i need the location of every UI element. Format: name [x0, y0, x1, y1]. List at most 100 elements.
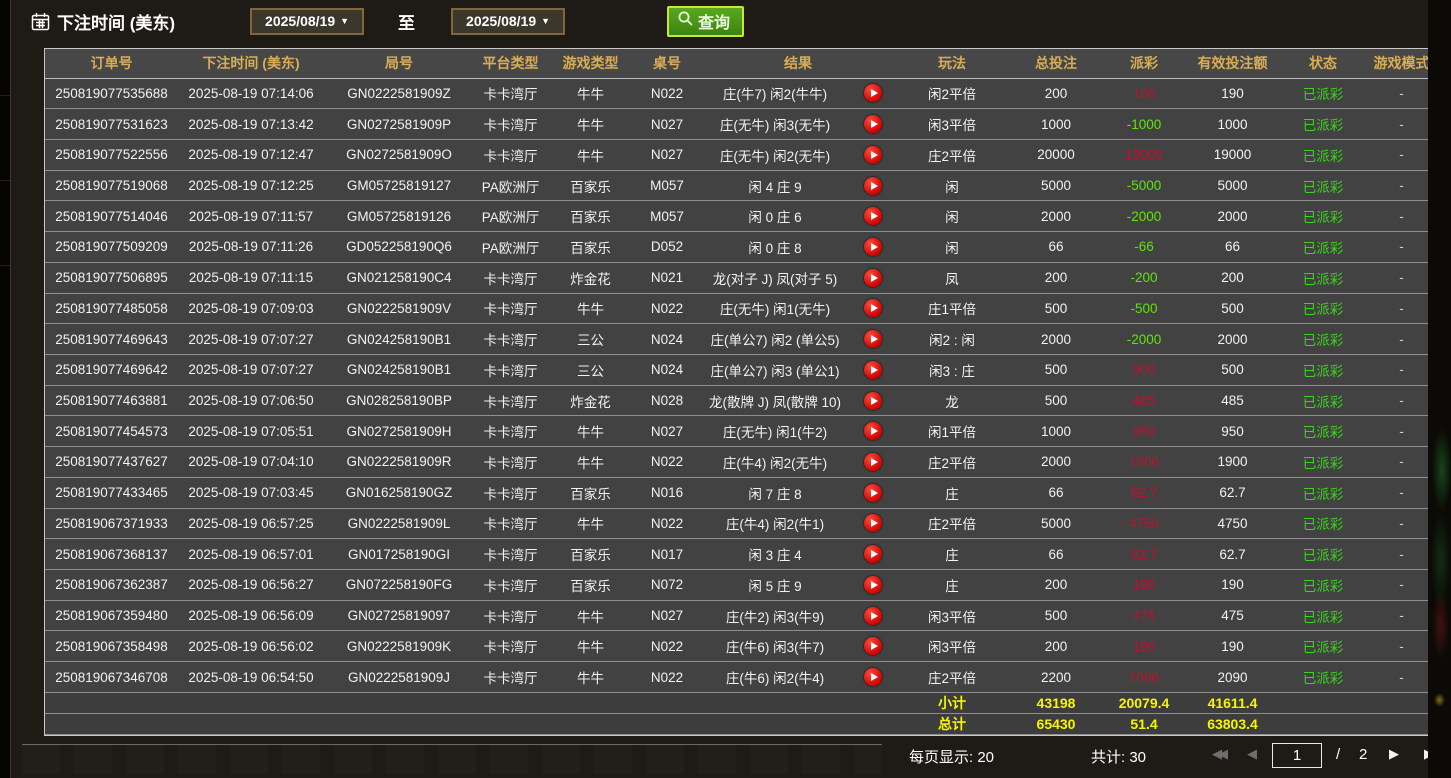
replay-video-icon[interactable]	[864, 238, 882, 256]
result-text: 闲 5 庄 9	[700, 575, 850, 595]
chevron-down-icon: ▼	[541, 16, 550, 26]
cell-order: 250819077433465	[45, 477, 178, 508]
replay-video-icon[interactable]	[864, 330, 882, 348]
date-from-select[interactable]: 2025/08/19 ▼	[250, 8, 364, 35]
replay-video-icon[interactable]	[864, 269, 882, 287]
cell-payout: 4750	[1104, 508, 1184, 539]
replay-video-icon[interactable]	[864, 115, 882, 133]
cell-time: 2025-08-19 07:13:42	[178, 109, 324, 140]
pagination-bar: 每页显示: 20 共计: 30 ◀◀ ◀ 1 / 2 ▶ ▶▶	[44, 740, 1437, 774]
first-page-button[interactable]: ◀◀	[1212, 746, 1224, 762]
query-button[interactable]: 查询	[667, 6, 744, 37]
cell-bet: 200	[1008, 570, 1104, 601]
cell-result: 闲 0 庄 8	[700, 232, 896, 263]
cell-order: 250819067371933	[45, 508, 178, 539]
cell-table_no: N022	[634, 508, 700, 539]
column-header: 桌号	[634, 49, 700, 78]
replay-video-icon[interactable]	[864, 299, 882, 317]
cell-time: 2025-08-19 07:12:47	[178, 139, 324, 170]
result-text: 庄(牛7) 闲2(牛牛)	[700, 83, 850, 103]
next-page-button[interactable]: ▶	[1389, 746, 1395, 762]
cell-round: GN0222581909J	[324, 662, 474, 693]
filter-bar: 下注时间 (美东) 2025/08/19 ▼ 至 2025/08/19 ▼ 查询	[31, 0, 1411, 42]
result-text: 庄(无牛) 闲2(无牛)	[700, 145, 850, 165]
column-header: 派彩	[1104, 49, 1184, 78]
replay-video-icon[interactable]	[864, 146, 882, 164]
empty-cell	[634, 693, 700, 714]
cell-time: 2025-08-19 07:14:06	[178, 78, 324, 109]
replay-video-icon[interactable]	[864, 514, 882, 532]
subtotal-row: 小计4319820079.441611.4	[45, 693, 1438, 714]
replay-video-icon[interactable]	[864, 637, 882, 655]
cell-valid: 500	[1184, 354, 1281, 385]
cell-platform: PA欧洲厅	[474, 232, 547, 263]
cell-time: 2025-08-19 06:56:27	[178, 570, 324, 601]
cell-time: 2025-08-19 06:54:50	[178, 662, 324, 693]
cell-result: 庄(牛6) 闲2(牛4)	[700, 662, 896, 693]
empty-cell	[178, 693, 324, 714]
cell-table_no: N022	[634, 78, 700, 109]
replay-video-icon[interactable]	[864, 177, 882, 195]
cell-play: 庄	[896, 539, 1008, 570]
cell-result: 庄(无牛) 闲1(无牛)	[700, 293, 896, 324]
cell-status: 已派彩	[1281, 201, 1365, 232]
date-to-select[interactable]: 2025/08/19 ▼	[451, 8, 565, 35]
replay-video-icon[interactable]	[864, 392, 882, 410]
cell-platform: 卡卡湾厅	[474, 293, 547, 324]
replay-video-icon[interactable]	[864, 484, 882, 502]
replay-video-icon[interactable]	[864, 545, 882, 563]
cell-valid: 485	[1184, 385, 1281, 416]
replay-video-icon[interactable]	[864, 668, 882, 686]
cell-game: 牛牛	[547, 139, 634, 170]
empty-cell	[700, 714, 896, 735]
replay-video-icon[interactable]	[864, 607, 882, 625]
cell-valid: 200	[1184, 262, 1281, 293]
cell-round: GN016258190GZ	[324, 477, 474, 508]
cell-table_no: N022	[634, 631, 700, 662]
cell-time: 2025-08-19 06:56:09	[178, 600, 324, 631]
cell-order: 250819077522556	[45, 139, 178, 170]
total-row-bet: 65430	[1008, 714, 1104, 735]
cell-valid: 66	[1184, 232, 1281, 263]
replay-video-icon[interactable]	[864, 576, 882, 594]
cell-result: 闲 7 庄 8	[700, 477, 896, 508]
cell-valid: 190	[1184, 78, 1281, 109]
cell-platform: 卡卡湾厅	[474, 631, 547, 662]
cell-round: GN017258190GI	[324, 539, 474, 570]
cell-status: 已派彩	[1281, 631, 1365, 662]
cell-table_no: N027	[634, 600, 700, 631]
total-row-valid: 63803.4	[1184, 714, 1281, 735]
empty-cell	[324, 693, 474, 714]
prev-page-button[interactable]: ◀	[1247, 746, 1253, 762]
result-text: 庄(牛2) 闲3(牛9)	[700, 606, 850, 626]
total-row-payout: 51.4	[1104, 714, 1184, 735]
replay-video-icon[interactable]	[864, 84, 882, 102]
cell-play: 凤	[896, 262, 1008, 293]
replay-video-icon[interactable]	[864, 453, 882, 471]
empty-cell	[474, 714, 547, 735]
cell-play: 闲	[896, 201, 1008, 232]
replay-video-icon[interactable]	[864, 422, 882, 440]
cell-status: 已派彩	[1281, 477, 1365, 508]
table-row: 2508190673719332025-08-19 06:57:25GN0222…	[45, 508, 1438, 539]
empty-cell	[45, 693, 178, 714]
cell-valid: 62.7	[1184, 477, 1281, 508]
replay-video-icon[interactable]	[864, 207, 882, 225]
cell-payout: 950	[1104, 416, 1184, 447]
result-text: 闲 4 庄 9	[700, 176, 850, 196]
table-row: 2508190774696422025-08-19 07:07:27GN0242…	[45, 354, 1438, 385]
cell-payout: 485	[1104, 385, 1184, 416]
table-row: 2508190774638812025-08-19 07:06:50GN0282…	[45, 385, 1438, 416]
column-header: 局号	[324, 49, 474, 78]
table-row: 2508190673594802025-08-19 06:56:09GN0272…	[45, 600, 1438, 631]
result-text: 庄(无牛) 闲1(牛2)	[700, 421, 850, 441]
cell-valid: 1900	[1184, 447, 1281, 478]
cell-status: 已派彩	[1281, 416, 1365, 447]
cell-order: 250819077531623	[45, 109, 178, 140]
total-row-label: 总计	[896, 714, 1008, 735]
cell-round: GN028258190BP	[324, 385, 474, 416]
replay-video-icon[interactable]	[864, 361, 882, 379]
cell-valid: 190	[1184, 570, 1281, 601]
cell-result: 庄(牛2) 闲3(牛9)	[700, 600, 896, 631]
page-input[interactable]: 1	[1272, 743, 1322, 768]
